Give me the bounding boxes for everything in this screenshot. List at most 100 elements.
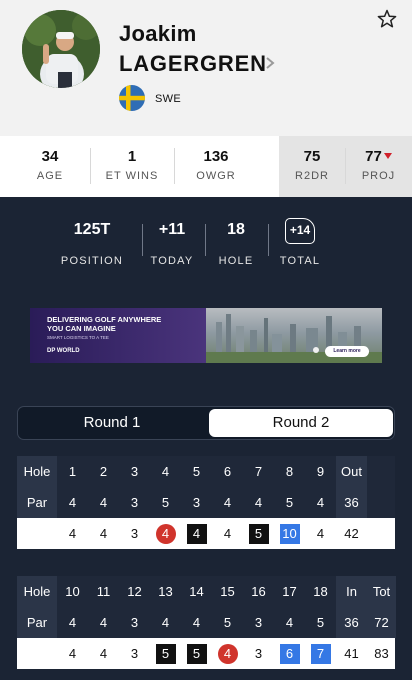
summary-position: 125T POSITION	[56, 219, 128, 267]
hole-number: 9	[316, 464, 325, 479]
score-cell: 5	[243, 518, 274, 549]
summary-label: TOTAL	[279, 255, 321, 267]
double-bogey-marker: 7	[310, 643, 331, 664]
bogey-marker: 5	[186, 643, 207, 664]
score-cell: 4	[212, 518, 243, 549]
double-bogey-marker: 6	[279, 643, 300, 664]
proj-value: 77	[365, 148, 382, 165]
score-cell: 4	[181, 518, 212, 549]
summary-value: 18	[227, 221, 245, 238]
hole-label: Hole	[17, 576, 57, 607]
summary-today: +11 TODAY	[142, 219, 202, 267]
par-in: 36	[336, 607, 367, 638]
hole-number: 14	[189, 584, 204, 599]
tot-label: Tot	[367, 576, 396, 607]
ad-logo: DP WORLD	[47, 348, 80, 354]
par-value: 3	[130, 615, 139, 630]
par-value: 4	[161, 615, 170, 630]
par-value: 5	[223, 615, 232, 630]
bogey-marker: 5	[155, 643, 176, 664]
scorecard-front-nine: Hole Par 1 2 3 4 5 6 7 8 9 4 4 3 5 3 4 4 5 4 4 4 3 4 4 4 5 10 4 Out 36…	[17, 456, 395, 564]
stat-age: 34 AGE	[10, 136, 90, 197]
hole-number: 10	[65, 584, 80, 599]
score-tot: 83	[374, 646, 389, 661]
stat-value: 77	[345, 148, 412, 165]
par-value: 3	[192, 495, 201, 510]
stat-value: 75	[303, 148, 321, 165]
player-country: SWE	[155, 93, 181, 105]
stat-label: R2DR	[295, 170, 329, 182]
score-cell: 6	[274, 638, 305, 669]
summary-label: HOLE	[218, 255, 254, 267]
par-value: 5	[161, 495, 170, 510]
player-stats-bar: 34 AGE 1 ET WINS 136 OWGR 75 R2DR 77 PRO…	[0, 136, 412, 197]
score-value: 4	[99, 646, 108, 661]
score-cell: 4	[57, 518, 88, 549]
score-cell: 5	[150, 638, 181, 669]
hole-number: 8	[285, 464, 294, 479]
scorecard-back-nine: Hole Par 10 11 12 13 14 15 16 17 18 4 4 3 4 4 5 3 4 5 4 4 3 5 5 4…	[17, 576, 396, 680]
tab-round-1[interactable]: Round 1	[22, 409, 202, 437]
stat-value: 136	[203, 148, 229, 165]
par-label: Par	[17, 487, 57, 518]
bogey-marker: 4	[186, 523, 207, 544]
stat-label: OWGR	[196, 170, 236, 182]
hole-number: 16	[251, 584, 266, 599]
bogey-marker: 5	[248, 523, 269, 544]
stat-value: 1	[127, 148, 137, 165]
chevron-right-icon[interactable]	[263, 56, 277, 70]
score-cell: 4	[212, 638, 243, 669]
summary-label: TODAY	[150, 255, 194, 267]
score-cell: 4	[57, 638, 88, 669]
player-last-name[interactable]: LAGERGREN	[119, 51, 267, 77]
ad-headline-line-2: YOU CAN IMAGINE	[47, 324, 116, 333]
hole-number: 15	[220, 584, 235, 599]
stat-label: AGE	[36, 170, 64, 182]
hole-label: Hole	[17, 456, 57, 487]
score-cell: 3	[119, 518, 150, 549]
score-value: 4	[99, 526, 108, 541]
par-value: 4	[223, 495, 232, 510]
par-out: 36	[336, 487, 367, 518]
favorite-star-icon[interactable]	[377, 9, 397, 29]
par-value: 4	[254, 495, 263, 510]
stat-et-wins: 1 ET WINS	[90, 136, 174, 197]
summary-total: +14 TOTAL	[268, 218, 332, 267]
score-value: 3	[130, 646, 139, 661]
par-value: 4	[68, 615, 77, 630]
tab-round-2[interactable]: Round 2	[209, 409, 393, 437]
sweden-flag-icon	[119, 85, 145, 111]
par-value: 3	[254, 615, 263, 630]
out-label: Out	[336, 456, 367, 487]
score-cell: 4	[150, 518, 181, 549]
par-value: 4	[99, 495, 108, 510]
summary-value: 125T	[73, 221, 111, 238]
summary-hole: 18 HOLE	[205, 219, 267, 267]
par-value: 4	[68, 495, 77, 510]
par-label: Par	[17, 607, 57, 638]
score-value: 4	[316, 526, 325, 541]
birdie-marker: 4	[155, 523, 176, 544]
tab-round-1-label: Round 1	[83, 414, 141, 431]
hole-number: 5	[192, 464, 201, 479]
hole-number: 17	[282, 584, 297, 599]
stat-owgr: 136 OWGR	[174, 136, 258, 197]
par-value: 3	[130, 495, 139, 510]
score-cell: 4	[305, 518, 336, 549]
score-cell: 4	[88, 518, 119, 549]
ad-learn-more-button[interactable]: Learn more	[325, 346, 369, 357]
ad-subtext: SMART LOGISTICS TO A TEE	[47, 335, 109, 340]
score-out: 42	[344, 526, 359, 541]
double-bogey-marker: 10	[279, 523, 300, 544]
score-cell: 10	[274, 518, 305, 549]
hole-number: 4	[161, 464, 170, 479]
par-value: 4	[192, 615, 201, 630]
score-cell: 3	[119, 638, 150, 669]
stat-value: 34	[41, 148, 59, 165]
hole-number: 13	[158, 584, 173, 599]
sponsor-ad-banner[interactable]: DELIVERING GOLF ANYWHERE YOU CAN IMAGINE…	[30, 308, 382, 363]
ad-headline: DELIVERING GOLF ANYWHERE YOU CAN IMAGINE	[47, 315, 207, 333]
hole-number: 12	[127, 584, 142, 599]
score-cell: 5	[181, 638, 212, 669]
tab-round-2-label: Round 2	[272, 414, 330, 431]
